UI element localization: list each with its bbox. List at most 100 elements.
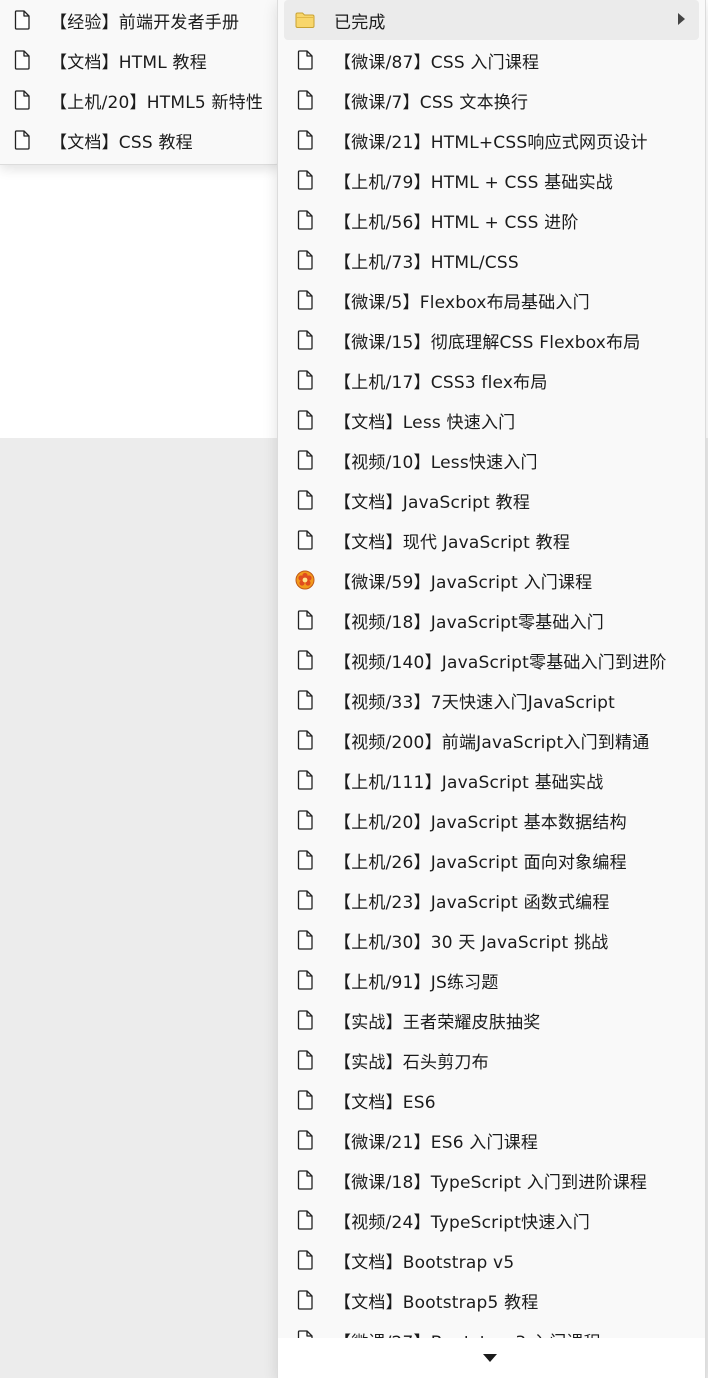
document-icon xyxy=(295,289,315,311)
document-icon xyxy=(295,889,315,911)
document-icon xyxy=(295,849,315,871)
document-icon xyxy=(295,489,315,511)
bookmark-item[interactable]: 【视频/200】前端JavaScript入门到精通 xyxy=(278,720,705,760)
bookmark-item[interactable]: 【上机/79】HTML + CSS 基础实战 xyxy=(278,160,705,200)
document-icon xyxy=(295,1209,315,1231)
bookmark-item[interactable]: 【上机/56】HTML + CSS 进阶 xyxy=(278,200,705,240)
bookmark-item[interactable]: 【视频/33】7天快速入门JavaScript xyxy=(278,680,705,720)
bookmark-label: 【文档】ES6 xyxy=(334,1092,436,1113)
document-icon xyxy=(295,1169,315,1191)
bookmark-item[interactable]: 【微课/7】CSS 文本换行 xyxy=(278,80,705,120)
document-icon xyxy=(295,729,315,751)
document-icon xyxy=(12,9,32,31)
bookmark-item[interactable]: 【微课/21】HTML+CSS响应式网页设计 xyxy=(278,120,705,160)
bookmark-item[interactable]: 【微课/87】CSS 入门课程 xyxy=(278,40,705,80)
document-icon xyxy=(295,529,315,551)
document-icon xyxy=(295,129,315,151)
bookmarks-menu-left: 【经验】前端开发者手册【文档】HTML 教程【上机/20】HTML5 新特性 【文… xyxy=(0,0,283,165)
bookmark-item[interactable]: 【视频/24】TypeScript快速入门 xyxy=(278,1200,705,1240)
bookmark-label: 【上机/26】JavaScript 面向对象编程 xyxy=(334,852,627,873)
bookmark-label: 【上机/111】JavaScript 基础实战 xyxy=(334,772,604,793)
chevron-right-icon xyxy=(678,13,685,25)
bookmark-item[interactable]: 【微课/18】TypeScript 入门到进阶课程 xyxy=(278,1160,705,1200)
bookmark-label: 【微课/21】HTML+CSS响应式网页设计 xyxy=(334,132,648,153)
bookmark-item[interactable]: 【视频/140】JavaScript零基础入门到进阶 xyxy=(278,640,705,680)
bookmark-label: 【经验】前端开发者手册 xyxy=(50,12,240,33)
bookmark-label: 【视频/10】Less快速入门 xyxy=(334,452,538,473)
document-icon xyxy=(12,129,32,151)
document-icon xyxy=(295,689,315,711)
bookmark-item[interactable]: 【上机/111】JavaScript 基础实战 xyxy=(278,760,705,800)
bookmark-label: 【视频/200】前端JavaScript入门到精通 xyxy=(334,732,650,753)
bookmark-label: 【微课/5】Flexbox布局基础入门 xyxy=(334,292,590,313)
bookmark-label: 【微课/15】彻底理解CSS Flexbox布局 xyxy=(334,332,641,353)
bookmark-item[interactable]: 【上机/91】JS练习题 xyxy=(278,960,705,1000)
bookmark-item[interactable]: 【上机/30】30 天 JavaScript 挑战 xyxy=(278,920,705,960)
bookmark-item[interactable]: 【文档】现代 JavaScript 教程 xyxy=(278,520,705,560)
document-icon xyxy=(295,1249,315,1271)
bookmark-item[interactable]: 【文档】Bootstrap5 教程 xyxy=(278,1280,705,1320)
bookmark-item[interactable]: 【微课/21】ES6 入门课程 xyxy=(278,1120,705,1160)
bookmark-label: 【文档】现代 JavaScript 教程 xyxy=(334,532,571,553)
bookmark-label: 【上机/56】HTML + CSS 进阶 xyxy=(334,212,579,233)
bookmark-item[interactable]: 【文档】Less 快速入门 xyxy=(278,400,705,440)
document-icon xyxy=(295,169,315,191)
document-icon xyxy=(295,409,315,431)
bookmark-label: 【视频/140】JavaScript零基础入门到进阶 xyxy=(334,652,667,673)
document-icon xyxy=(295,249,315,271)
bookmark-item[interactable]: 【上机/20】JavaScript 基本数据结构 xyxy=(278,800,705,840)
document-icon xyxy=(295,369,315,391)
bookmark-label: 【视频/18】JavaScript零基础入门 xyxy=(334,612,604,633)
site-favicon-icon xyxy=(295,569,315,591)
folder-icon xyxy=(295,9,315,31)
document-icon xyxy=(295,89,315,111)
bookmark-label: 【微课/21】ES6 入门课程 xyxy=(334,1132,539,1153)
bookmark-label: 【文档】Less 快速入门 xyxy=(334,412,516,433)
bookmark-item[interactable]: 【上机/23】JavaScript 函数式编程 xyxy=(278,880,705,920)
bookmark-item[interactable]: 【微课/15】彻底理解CSS Flexbox布局 xyxy=(278,320,705,360)
bookmark-item[interactable]: 【微课/59】JavaScript 入门课程 xyxy=(278,560,705,600)
bookmark-item[interactable]: 【文档】ES6 xyxy=(278,1080,705,1120)
document-icon xyxy=(12,49,32,71)
bookmark-label: 【上机/73】HTML/CSS xyxy=(334,252,519,273)
chevron-down-icon xyxy=(482,1354,497,1362)
scroll-down-button[interactable] xyxy=(278,1338,705,1378)
bookmark-label: 【微课/7】CSS 文本换行 xyxy=(334,92,529,113)
bookmark-item[interactable]: 【文档】CSS 教程 xyxy=(0,120,282,160)
bookmark-item[interactable]: 【上机/20】HTML5 新特性 xyxy=(0,80,282,120)
bookmark-item[interactable]: 【实战】石头剪刀布 xyxy=(278,1040,705,1080)
document-icon xyxy=(295,449,315,471)
bookmark-label: 【上机/79】HTML + CSS 基础实战 xyxy=(334,172,613,193)
bookmark-label: 【上机/20】JavaScript 基本数据结构 xyxy=(334,812,627,833)
bookmark-label: 【上机/20】HTML5 新特性 xyxy=(50,92,264,113)
bookmark-item[interactable]: 【上机/17】CSS3 flex布局 xyxy=(278,360,705,400)
bookmark-label: 【上机/91】JS练习题 xyxy=(334,972,499,993)
bookmark-item[interactable]: 【文档】JavaScript 教程 xyxy=(278,480,705,520)
folder-item-completed[interactable]: 已完成 xyxy=(284,0,699,40)
bookmark-item[interactable]: 【上机/73】HTML/CSS xyxy=(278,240,705,280)
document-icon xyxy=(295,1289,315,1311)
bookmark-item[interactable]: 【经验】前端开发者手册 xyxy=(0,0,282,40)
document-icon xyxy=(295,1049,315,1071)
bookmark-label: 【上机/30】30 天 JavaScript 挑战 xyxy=(334,932,609,953)
bookmark-item[interactable]: 【视频/10】Less快速入门 xyxy=(278,440,705,480)
bookmark-item[interactable]: 【视频/18】JavaScript零基础入门 xyxy=(278,600,705,640)
document-icon xyxy=(295,1129,315,1151)
bookmark-label: 【微课/18】TypeScript 入门到进阶课程 xyxy=(334,1172,648,1193)
bookmark-item[interactable]: 【文档】HTML 教程 xyxy=(0,40,282,80)
document-icon xyxy=(295,769,315,791)
bookmark-item[interactable]: 【实战】王者荣耀皮肤抽奖 xyxy=(278,1000,705,1040)
bookmarks-menu-right: 已完成 【微课/87】CSS 入门课程 【微课/7】CSS 文本换行 【微课/21】… xyxy=(277,0,706,1378)
bookmark-item[interactable]: 【文档】Bootstrap v5 xyxy=(278,1240,705,1280)
bookmark-item[interactable]: 【上机/26】JavaScript 面向对象编程 xyxy=(278,840,705,880)
bookmark-label: 【文档】CSS 教程 xyxy=(50,132,193,153)
bookmark-label: 【微课/59】JavaScript 入门课程 xyxy=(334,572,593,593)
document-icon xyxy=(295,809,315,831)
document-icon xyxy=(12,89,32,111)
document-icon xyxy=(295,1089,315,1111)
bookmark-label: 【微课/87】CSS 入门课程 xyxy=(334,52,540,73)
document-icon xyxy=(295,609,315,631)
bookmark-item[interactable]: 【微课/5】Flexbox布局基础入门 xyxy=(278,280,705,320)
bookmark-label: 【文档】Bootstrap5 教程 xyxy=(334,1292,539,1313)
bookmark-label: 【上机/17】CSS3 flex布局 xyxy=(334,372,548,393)
